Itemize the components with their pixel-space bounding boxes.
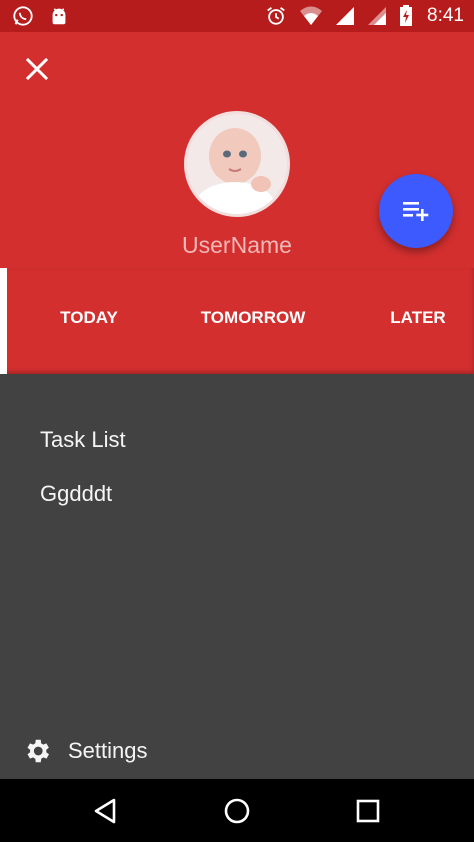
settings-label: Settings	[68, 738, 148, 763]
wifi-icon	[299, 6, 323, 26]
add-list-button[interactable]	[379, 174, 453, 248]
drawer-body: Task List Ggdddt Settings	[0, 374, 474, 779]
whatsapp-icon	[12, 5, 34, 27]
nav-bar	[0, 779, 474, 842]
gear-icon	[27, 739, 49, 763]
home-icon	[224, 798, 250, 824]
baby-photo	[187, 114, 287, 214]
playlist-add-icon	[403, 202, 429, 221]
back-button[interactable]	[90, 795, 122, 827]
tab-later[interactable]: LATER	[380, 308, 456, 334]
back-icon	[94, 798, 116, 824]
settings-button[interactable]: Settings	[22, 736, 148, 766]
battery-charging-icon	[399, 5, 413, 27]
close-button[interactable]	[22, 54, 52, 84]
avatar[interactable]	[184, 111, 290, 217]
alarm-icon	[265, 5, 287, 27]
recents-icon	[356, 799, 380, 823]
status-bar: 8:41	[0, 0, 474, 32]
tab-tomorrow[interactable]: TOMORROW	[192, 308, 314, 334]
list-item-ggdddt[interactable]: Ggdddt	[40, 481, 112, 507]
drawer-header: UserName	[0, 32, 474, 268]
status-time: 8:41	[427, 5, 464, 26]
recents-button[interactable]	[352, 795, 384, 827]
home-button[interactable]	[221, 795, 253, 827]
tab-today[interactable]: TODAY	[40, 308, 138, 334]
tab-indicator	[0, 268, 7, 374]
android-icon	[48, 5, 70, 27]
close-icon	[25, 57, 49, 81]
signal-icon	[367, 6, 387, 26]
list-item-task-list[interactable]: Task List	[40, 427, 126, 453]
tab-bar: TODAY TOMORROW LATER	[0, 268, 474, 374]
signal-icon	[335, 6, 355, 26]
